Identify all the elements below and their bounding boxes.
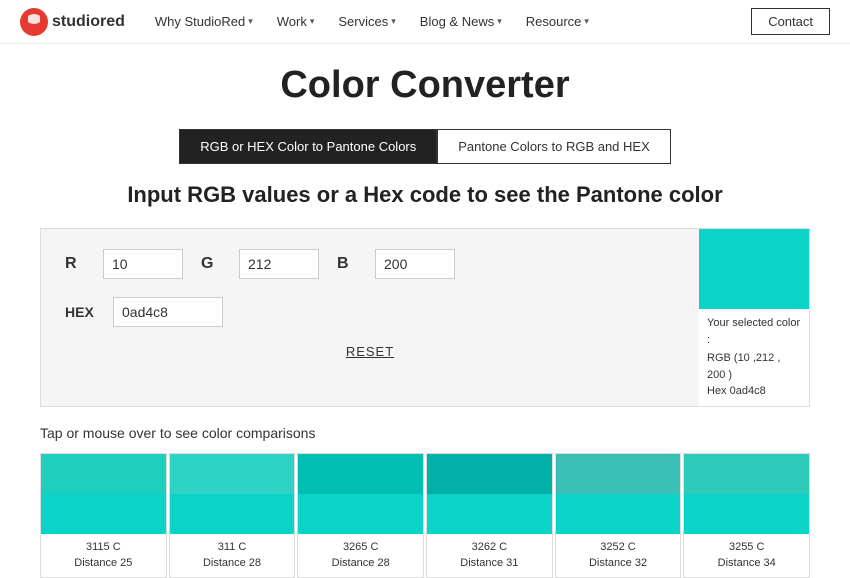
converter-area: R G B HEX RESET Your selected color : RG… (40, 228, 810, 407)
chevron-down-icon: ▾ (391, 16, 396, 27)
color-cards: 3115 C Distance 25 311 C Distance 28 326… (40, 453, 810, 578)
header: studiored Why StudioRed ▾ Work ▾ Service… (0, 0, 850, 44)
color-card[interactable]: 311 C Distance 28 (169, 453, 296, 578)
color-preview: Your selected color : RGB (10 ,212 , 200… (699, 229, 809, 406)
color-swatch (699, 229, 809, 309)
inputs-panel: R G B HEX RESET (41, 229, 699, 406)
nav-item-work[interactable]: Work ▾ (277, 14, 315, 29)
card-distance: Distance 34 (690, 555, 803, 572)
g-label: G (201, 255, 221, 273)
hex-display-label: Hex (707, 385, 727, 397)
card-name: 311 C (176, 539, 289, 556)
card-swatch-top (684, 454, 809, 494)
card-distance: Distance 25 (47, 555, 160, 572)
card-info: 3252 C Distance 32 (556, 534, 681, 577)
card-info: 3255 C Distance 34 (684, 534, 809, 577)
logo-text: studiored (52, 13, 125, 31)
color-card[interactable]: 3252 C Distance 32 (555, 453, 682, 578)
g-input[interactable] (239, 249, 319, 279)
card-swatch-bottom (427, 494, 552, 534)
card-info: 3115 C Distance 25 (41, 534, 166, 577)
chevron-down-icon: ▾ (248, 16, 253, 27)
b-input[interactable] (375, 249, 455, 279)
nav-item-why[interactable]: Why StudioRed ▾ (155, 14, 253, 29)
card-swatch-bottom (41, 494, 166, 534)
chevron-down-icon: ▾ (310, 16, 315, 27)
card-swatch-bottom (298, 494, 423, 534)
nav-item-services[interactable]: Services ▾ (338, 14, 395, 29)
card-distance: Distance 31 (433, 555, 546, 572)
tab-bar: RGB or HEX Color to Pantone Colors Panto… (0, 129, 850, 164)
card-distance: Distance 32 (562, 555, 675, 572)
nav-item-resource[interactable]: Resource ▾ (526, 14, 589, 29)
hex-row: HEX (65, 297, 675, 327)
tab-rgb-to-pantone[interactable]: RGB or HEX Color to Pantone Colors (179, 129, 437, 164)
card-swatch-bottom (684, 494, 809, 534)
b-label: B (337, 255, 357, 273)
card-swatch-bottom (556, 494, 681, 534)
rgb-label: RGB (707, 352, 731, 364)
logo-icon (20, 8, 48, 36)
card-swatch-top (41, 454, 166, 494)
card-distance: Distance 28 (304, 555, 417, 572)
chevron-down-icon: ▾ (584, 16, 589, 27)
tab-pantone-to-rgb[interactable]: Pantone Colors to RGB and HEX (437, 129, 671, 164)
card-swatch (427, 454, 552, 534)
card-name: 3115 C (47, 539, 160, 556)
color-card[interactable]: 3262 C Distance 31 (426, 453, 553, 578)
card-swatch (684, 454, 809, 534)
main-nav: Why StudioRed ▾ Work ▾ Services ▾ Blog &… (155, 14, 751, 29)
color-info-rgb: RGB (10 ,212 , 200 ) (707, 350, 801, 383)
chevron-down-icon: ▾ (497, 16, 502, 27)
card-distance: Distance 28 (176, 555, 289, 572)
reset-button[interactable]: RESET (346, 344, 394, 359)
nav-item-blog[interactable]: Blog & News ▾ (420, 14, 502, 29)
card-info: 3265 C Distance 28 (298, 534, 423, 577)
logo[interactable]: studiored (20, 8, 125, 36)
card-info: 3262 C Distance 31 (427, 534, 552, 577)
color-card[interactable]: 3265 C Distance 28 (297, 453, 424, 578)
color-info-title: Your selected color : (707, 315, 801, 348)
hex-display-value: 0ad4c8 (730, 385, 766, 397)
page-title-section: Color Converter (0, 44, 850, 117)
page-title: Color Converter (0, 64, 850, 107)
card-swatch (556, 454, 681, 534)
card-name: 3265 C (304, 539, 417, 556)
card-name: 3255 C (690, 539, 803, 556)
card-swatch-top (556, 454, 681, 494)
r-input[interactable] (103, 249, 183, 279)
card-swatch-bottom (170, 494, 295, 534)
comparisons-label: Tap or mouse over to see color compariso… (40, 425, 810, 441)
r-label: R (65, 255, 85, 273)
card-swatch (41, 454, 166, 534)
contact-button[interactable]: Contact (751, 8, 830, 35)
color-card[interactable]: 3255 C Distance 34 (683, 453, 810, 578)
rgb-row: R G B (65, 249, 675, 279)
card-info: 311 C Distance 28 (170, 534, 295, 577)
color-info: Your selected color : RGB (10 ,212 , 200… (699, 309, 809, 406)
card-swatch-top (298, 454, 423, 494)
card-swatch (298, 454, 423, 534)
card-name: 3252 C (562, 539, 675, 556)
subtitle: Input RGB values or a Hex code to see th… (0, 182, 850, 208)
hex-input[interactable] (113, 297, 223, 327)
color-card[interactable]: 3115 C Distance 25 (40, 453, 167, 578)
hex-label: HEX (65, 304, 95, 320)
card-swatch-top (427, 454, 552, 494)
card-name: 3262 C (433, 539, 546, 556)
card-swatch-top (170, 454, 295, 494)
reset-row: RESET (65, 343, 675, 359)
card-swatch (170, 454, 295, 534)
color-info-hex: Hex 0ad4c8 (707, 383, 801, 400)
